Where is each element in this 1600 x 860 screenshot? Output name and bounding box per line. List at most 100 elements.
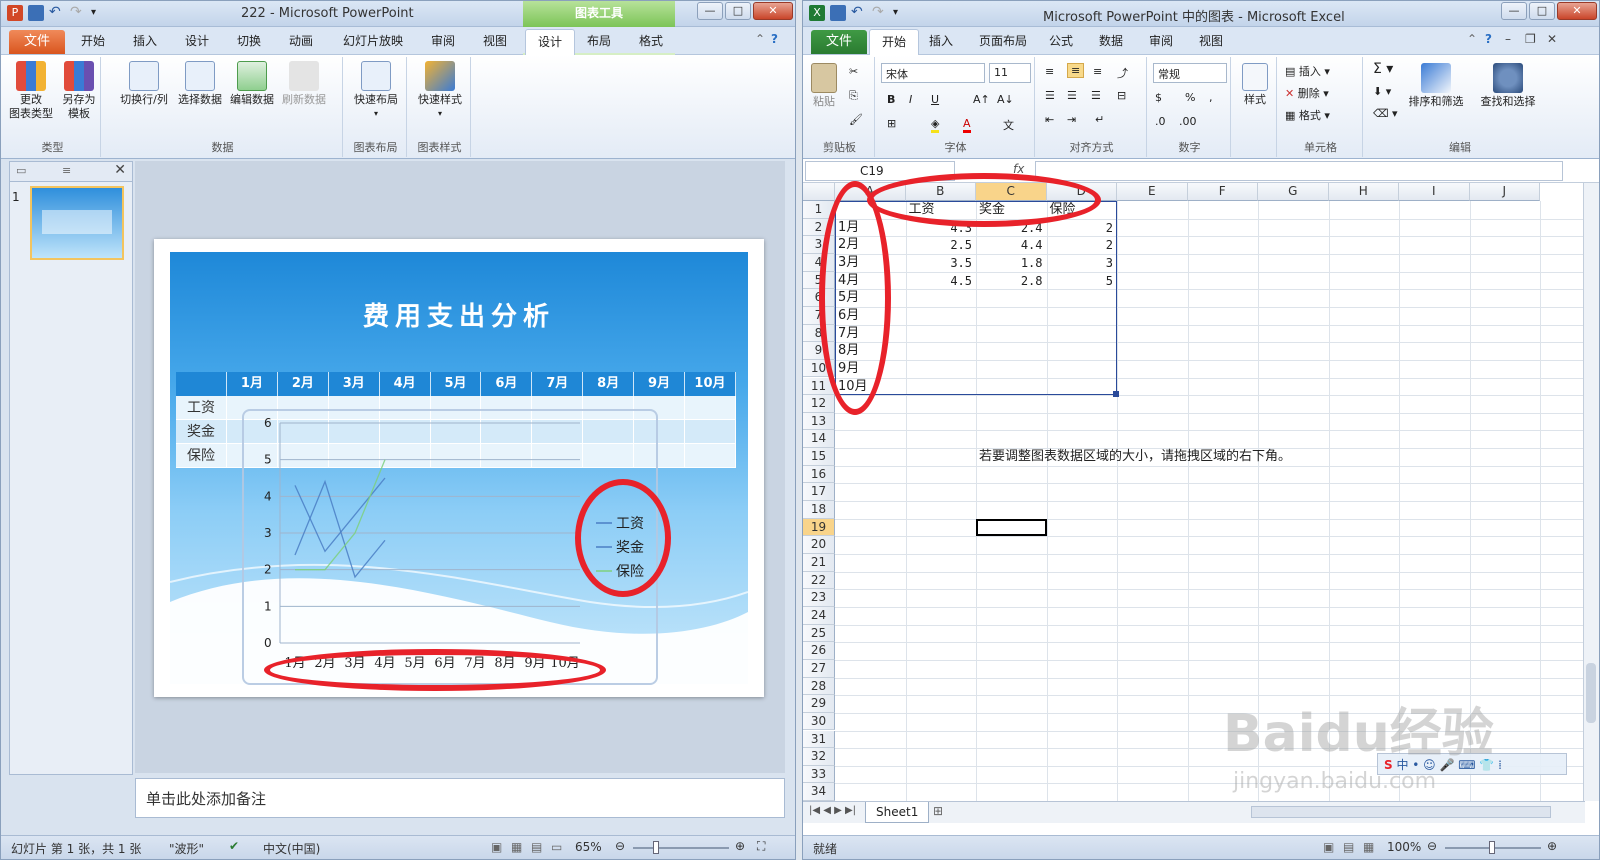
column-header[interactable]: H (1328, 183, 1399, 201)
zoom-out-icon[interactable]: ⊖ (615, 839, 625, 853)
spellcheck-icon[interactable]: ✔ (229, 839, 239, 853)
currency-icon[interactable]: $ (1155, 91, 1162, 104)
copy-icon[interactable]: ⎘ (849, 89, 858, 103)
excel-minimize-button[interactable]: — (1501, 2, 1527, 20)
comma-icon[interactable]: , (1209, 91, 1213, 104)
redo-icon[interactable]: ↷ (70, 5, 86, 21)
tab-home[interactable]: 开始 (81, 32, 105, 49)
row-header[interactable]: 17 (803, 483, 835, 502)
ppt-app-icon[interactable]: P (7, 5, 23, 21)
phonetic-icon[interactable]: 文 (1003, 117, 1014, 133)
row-header[interactable]: 32 (803, 748, 835, 766)
data-cell[interactable]: 2.5 (906, 236, 972, 254)
switch-row-column-button[interactable]: 切换行/列 (117, 59, 171, 107)
autosum-icon[interactable]: Σ ▾ (1373, 61, 1393, 77)
sheet-nav-arrows-icon[interactable]: |◀ ◀ ▶ ▶| (809, 805, 856, 816)
language[interactable]: 中文(中国) (263, 840, 320, 857)
row-header[interactable]: 31 (803, 730, 835, 749)
select-all-corner[interactable] (803, 183, 835, 201)
outline-tab-icon[interactable]: ≡ (62, 164, 71, 177)
fill-icon[interactable]: ⬇ ▾ (1373, 85, 1391, 98)
italic-icon[interactable]: I (909, 93, 912, 106)
excel-maximize-button[interactable]: □ (1529, 2, 1555, 20)
row-header[interactable]: 14 (803, 430, 835, 449)
excel-tab-data[interactable]: 数据 (1099, 32, 1123, 49)
row-header[interactable]: 28 (803, 677, 835, 696)
zoom-slider-thumb[interactable] (653, 841, 659, 854)
column-header[interactable]: F (1187, 183, 1258, 201)
sheet-tab-sheet1[interactable]: Sheet1 (865, 802, 930, 823)
zoom-slider[interactable] (633, 847, 729, 849)
data-cell[interactable]: 3.5 (906, 254, 972, 272)
row-header[interactable]: 26 (803, 642, 835, 660)
excel-tab-formulas[interactable]: 公式 (1049, 32, 1073, 49)
format-painter-icon[interactable]: 🖌 (849, 113, 863, 126)
undo-icon[interactable]: ↶ (49, 5, 65, 21)
percent-icon[interactable]: % (1185, 91, 1195, 104)
underline-icon[interactable]: U (931, 93, 939, 106)
minimize-button[interactable]: — (697, 2, 723, 20)
save-as-template-button[interactable]: 另存为 模板 (57, 59, 101, 121)
data-cell[interactable]: 2 (1047, 219, 1113, 237)
excel-tab-page-layout[interactable]: 页面布局 (979, 32, 1027, 49)
tab-view[interactable]: 视图 (483, 32, 507, 49)
help-icon[interactable]: ? (771, 32, 778, 46)
maximize-button[interactable]: □ (725, 2, 751, 20)
merge-center-icon[interactable]: ⊟ (1117, 89, 1126, 102)
tab-transitions[interactable]: 切换 (237, 32, 261, 49)
edit-data-button[interactable]: 编辑数据 (227, 59, 277, 107)
insert-sheet-icon[interactable]: ⊞ (933, 804, 943, 818)
vertical-scrollbar[interactable] (1583, 183, 1599, 801)
workbook-minimize-icon[interactable]: – (1505, 32, 1511, 46)
reading-view-icon[interactable]: ▤ (531, 840, 542, 854)
tab-insert[interactable]: 插入 (133, 32, 157, 49)
shrink-font-icon[interactable]: A↓ (997, 93, 1014, 106)
excel-page-break-view-icon[interactable]: ▦ (1363, 840, 1374, 854)
excel-redo-icon[interactable]: ↷ (872, 5, 888, 21)
workbook-restore-icon[interactable]: ❐ (1525, 32, 1536, 46)
decrease-decimal-icon[interactable]: .00 (1179, 115, 1197, 128)
data-cell[interactable]: 3 (1047, 254, 1113, 272)
vertical-scroll-thumb[interactable] (1586, 663, 1596, 723)
excel-zoom-slider-thumb[interactable] (1489, 841, 1495, 854)
column-header[interactable]: G (1258, 183, 1329, 201)
excel-tab-view[interactable]: 视图 (1199, 32, 1223, 49)
normal-view-icon[interactable]: ▣ (491, 840, 502, 854)
active-cell-c19[interactable] (976, 518, 1047, 537)
tab-review[interactable]: 审阅 (431, 32, 455, 49)
zoom-in-icon[interactable]: ⊕ (735, 839, 745, 853)
slide-canvas[interactable]: 费用支出分析 1月 2月 3月 4月 5月 6月 7月 8月 9月 10月 工资 奖金 保险 0 1 2 3… (154, 239, 764, 697)
excel-tab-file[interactable]: 文件 (811, 30, 867, 54)
excel-app-icon[interactable]: X (809, 5, 825, 21)
row-header[interactable]: 16 (803, 465, 835, 484)
tab-chart-format[interactable]: 格式 (639, 32, 663, 49)
column-header[interactable]: I (1399, 183, 1470, 201)
tab-animations[interactable]: 动画 (289, 32, 313, 49)
data-cell[interactable]: 1.8 (976, 254, 1043, 272)
delete-cells-button[interactable]: ✕ 删除 ▾ (1285, 85, 1329, 101)
align-center-icon[interactable]: ☰ (1067, 89, 1077, 102)
row-header[interactable]: 25 (803, 624, 835, 643)
resize-handle[interactable] (1113, 391, 1119, 398)
save-icon[interactable] (28, 5, 44, 21)
grow-font-icon[interactable]: A↑ (973, 93, 990, 106)
row-header[interactable]: 12 (803, 395, 835, 413)
font-size-select[interactable]: 11 (989, 63, 1031, 83)
format-cells-button[interactable]: ▦ 格式 ▾ (1285, 107, 1330, 123)
data-cell[interactable]: 2.8 (976, 272, 1043, 290)
formula-input[interactable] (1035, 161, 1563, 181)
fit-slide-icon[interactable]: ⛶ (757, 839, 765, 854)
excel-undo-icon[interactable]: ↶ (851, 5, 867, 21)
select-data-button[interactable]: 选择数据 (175, 59, 225, 107)
font-color-icon[interactable]: A (963, 117, 971, 133)
slides-tab-icon[interactable]: ▭ (16, 164, 26, 177)
change-chart-type-button[interactable]: 更改 图表类型 (9, 59, 53, 121)
quick-style-button[interactable]: 快速样式 ▾ (413, 59, 467, 121)
column-header[interactable]: J (1469, 183, 1540, 201)
row-header[interactable]: 15 (803, 448, 835, 466)
close-pane-icon[interactable]: ✕ (114, 162, 126, 178)
tab-slideshow[interactable]: 幻灯片放映 (343, 32, 403, 49)
data-cell[interactable]: 4.4 (976, 236, 1043, 254)
quick-layout-button[interactable]: 快速布局 ▾ (349, 59, 403, 121)
row-header[interactable]: 18 (803, 501, 835, 519)
